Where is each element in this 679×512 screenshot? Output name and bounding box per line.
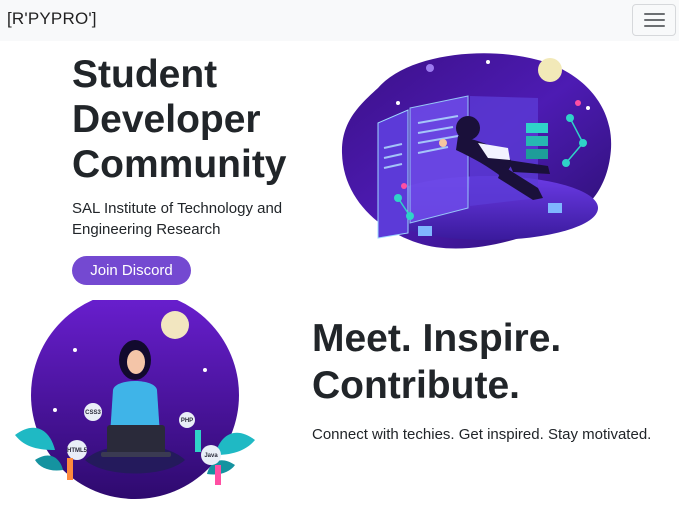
- section2-title-line: Contribute.: [312, 364, 520, 407]
- hamburger-icon: [644, 13, 665, 15]
- hamburger-icon-bar: [644, 25, 665, 27]
- hero-title-line: Student: [72, 53, 218, 96]
- join-discord-button[interactable]: Join Discord: [72, 256, 191, 285]
- hero-subtitle-line: Engineering Research: [72, 221, 221, 238]
- hero-title-line: Community: [72, 143, 287, 186]
- developer-with-laptop-illustration: CSS3 HTML5 PHP Java: [15, 300, 255, 499]
- hero-subtitle: SAL Institute of Technology and Engineer…: [72, 198, 302, 240]
- badge-css3: CSS3: [85, 410, 101, 416]
- navbar: [R'PYPRO']: [0, 0, 679, 41]
- hero-title: Student Developer Community: [72, 52, 332, 187]
- section2-subtitle: Connect with techies. Get inspired. Stay…: [312, 426, 652, 443]
- badge-html5: HTML5: [67, 448, 88, 454]
- badge-java: Java: [204, 453, 218, 459]
- badge-php: PHP: [181, 418, 193, 424]
- hero-subtitle-line: SAL Institute of Technology and: [72, 200, 283, 217]
- brand-logo[interactable]: [R'PYPRO']: [7, 9, 97, 29]
- navbar-toggler-button[interactable]: [632, 4, 676, 36]
- section2-title: Meet. Inspire. Contribute.: [312, 315, 672, 409]
- hero-title-line: Developer: [72, 98, 261, 141]
- virtual-reality-illustration: [341, 53, 612, 249]
- section2-title-line: Meet. Inspire.: [312, 317, 562, 360]
- hamburger-icon-bar: [644, 19, 665, 21]
